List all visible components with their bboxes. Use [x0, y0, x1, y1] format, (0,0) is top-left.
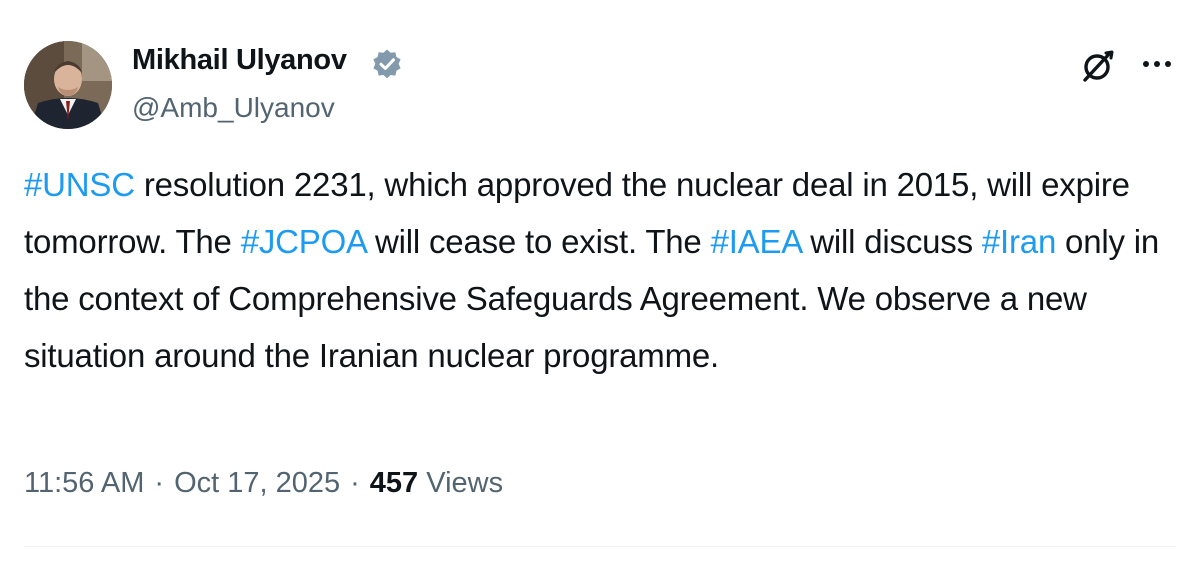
- tweet-text-segment: will discuss: [801, 223, 982, 260]
- meta-separator: ·: [350, 467, 360, 499]
- tweet-time[interactable]: 11:56 AM: [24, 467, 144, 499]
- hashtag-jcpoa[interactable]: #JCPOA: [241, 223, 367, 260]
- hashtag-iran[interactable]: #Iran: [982, 223, 1056, 260]
- tweet-date[interactable]: Oct 17, 2025: [174, 467, 340, 499]
- author-handle[interactable]: @Amb_Ulyanov: [132, 92, 335, 124]
- tweet-meta: 11:56 AM · Oct 17, 2025 · 457 Views: [24, 467, 503, 500]
- meta-separator: ·: [154, 467, 165, 499]
- avatar[interactable]: [24, 41, 112, 129]
- views-label: Views: [426, 467, 504, 499]
- hashtag-unsc[interactable]: #UNSC: [24, 166, 135, 203]
- views-count: 457: [369, 467, 419, 499]
- author-name[interactable]: Mikhail Ulyanov: [132, 44, 347, 77]
- tweet-text-segment: will cease to exist. The: [366, 223, 711, 260]
- tweet[interactable]: Mikhail Ulyanov @Amb_Ulyanov #UNSC resol…: [0, 0, 1200, 565]
- grok-icon[interactable]: [1080, 48, 1116, 84]
- divider: [24, 546, 1176, 547]
- verified-badge-icon[interactable]: [371, 48, 403, 80]
- tweet-text: #UNSC resolution 2231, which approved th…: [24, 156, 1180, 384]
- avatar-image: [24, 41, 112, 129]
- more-icon[interactable]: [1140, 52, 1174, 76]
- hashtag-iaea[interactable]: #IAEA: [711, 223, 802, 260]
